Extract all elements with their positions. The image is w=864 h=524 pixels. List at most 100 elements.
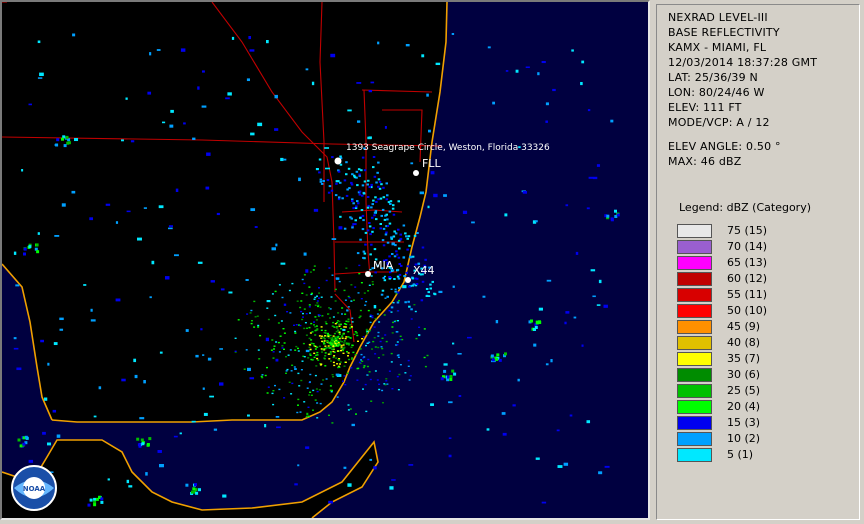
radar-echo [396,291,400,294]
radar-echo [316,346,319,348]
radar-echo [356,200,359,203]
radar-echo [249,312,252,314]
radar-echo [425,295,431,297]
radar-echo [412,283,416,286]
radar-echo [149,296,152,299]
radar-echo [389,203,392,205]
radar-echo [404,232,407,235]
legend-row: 5 (1) [677,448,857,462]
radar-echo [205,186,210,190]
radar-echo [380,214,383,217]
radar-echo [201,105,207,108]
radar-echo [323,343,325,345]
radar-echo [596,304,601,306]
radar-echo [398,287,401,289]
radar-echo [321,351,323,353]
radar-echo [338,333,341,335]
radar-echo [360,209,364,211]
radar-echo [61,203,66,207]
radar-echo [359,216,362,219]
radar-echo [399,335,402,337]
radar-echo [347,352,350,354]
radar-echo [386,295,389,298]
radar-map[interactable]: 1393 Seagrape Circle, Weston, Florida 33… [2,2,648,518]
radar-echo [395,250,398,253]
radar-echo [490,354,494,358]
radar-echo [538,307,543,311]
radar-echo [383,275,386,278]
legend-swatch [677,368,712,382]
radar-echo [346,372,349,374]
radar-echo [420,299,424,302]
radar-echo [47,362,50,366]
radar-echo [546,279,552,282]
svg-text:NOAA: NOAA [23,485,46,493]
radar-echo [409,255,413,259]
radar-echo [332,335,335,337]
radar-echo [250,322,253,325]
radar-echo [352,351,355,354]
fll-marker[interactable] [413,170,419,176]
radar-echo [569,414,573,417]
radar-echo [287,354,290,356]
radar-echo [56,138,60,142]
radar-echo [314,399,317,401]
radar-echo [370,183,373,186]
radar-echo [197,86,200,90]
radar-echo [397,356,400,358]
radar-echo [336,350,339,352]
radar-echo [89,498,93,502]
radar-echo [121,139,124,142]
radar-echo [258,358,261,360]
radar-echo [310,339,313,341]
radar-echo [257,326,260,328]
radar-echo [395,331,399,333]
radar-echo [87,503,91,507]
radar-echo [390,306,394,309]
radar-echo [424,365,427,368]
radar-echo [415,337,418,340]
mia-marker[interactable] [365,271,371,277]
radar-echo [67,141,71,145]
radar-map-frame[interactable]: 1393 Seagrape Circle, Weston, Florida 33… [0,0,650,520]
radar-echo [345,194,349,197]
radar-echo [397,277,401,280]
radar-echo [373,337,376,339]
radar-echo [347,483,352,487]
radar-echo [283,397,286,399]
radar-echo [301,278,304,281]
radar-echo [59,317,64,321]
radar-echo [249,49,255,52]
radar-echo [312,409,314,411]
radar-echo [430,171,435,175]
radar-echo [379,227,382,230]
radar-echo [390,352,393,355]
radar-echo [363,356,366,358]
radar-echo [334,340,337,342]
radar-echo [40,339,45,343]
radar-echo [319,178,323,181]
legend-label: 30 (6) [727,368,761,381]
radar-echo [337,366,340,369]
radar-echo [391,253,394,255]
radar-echo [366,333,368,335]
radar-echo [407,365,410,367]
radar-echo [373,175,377,178]
x44-marker[interactable] [405,277,411,283]
radar-echo [410,318,413,320]
radar-echo [313,265,316,267]
legend-row: 50 (10) [677,304,857,318]
radar-echo [278,388,281,391]
radar-echo [294,332,297,334]
radar-echo [316,390,319,393]
radar-echo [377,178,381,181]
address-marker[interactable] [334,157,342,165]
radar-echo [13,337,17,340]
radar-echo [390,361,393,363]
radar-echo [282,158,287,161]
radar-echo [408,305,411,308]
radar-echo [337,329,339,332]
radar-echo [430,403,434,406]
radar-echo [530,319,533,323]
radar-echo [387,201,391,204]
